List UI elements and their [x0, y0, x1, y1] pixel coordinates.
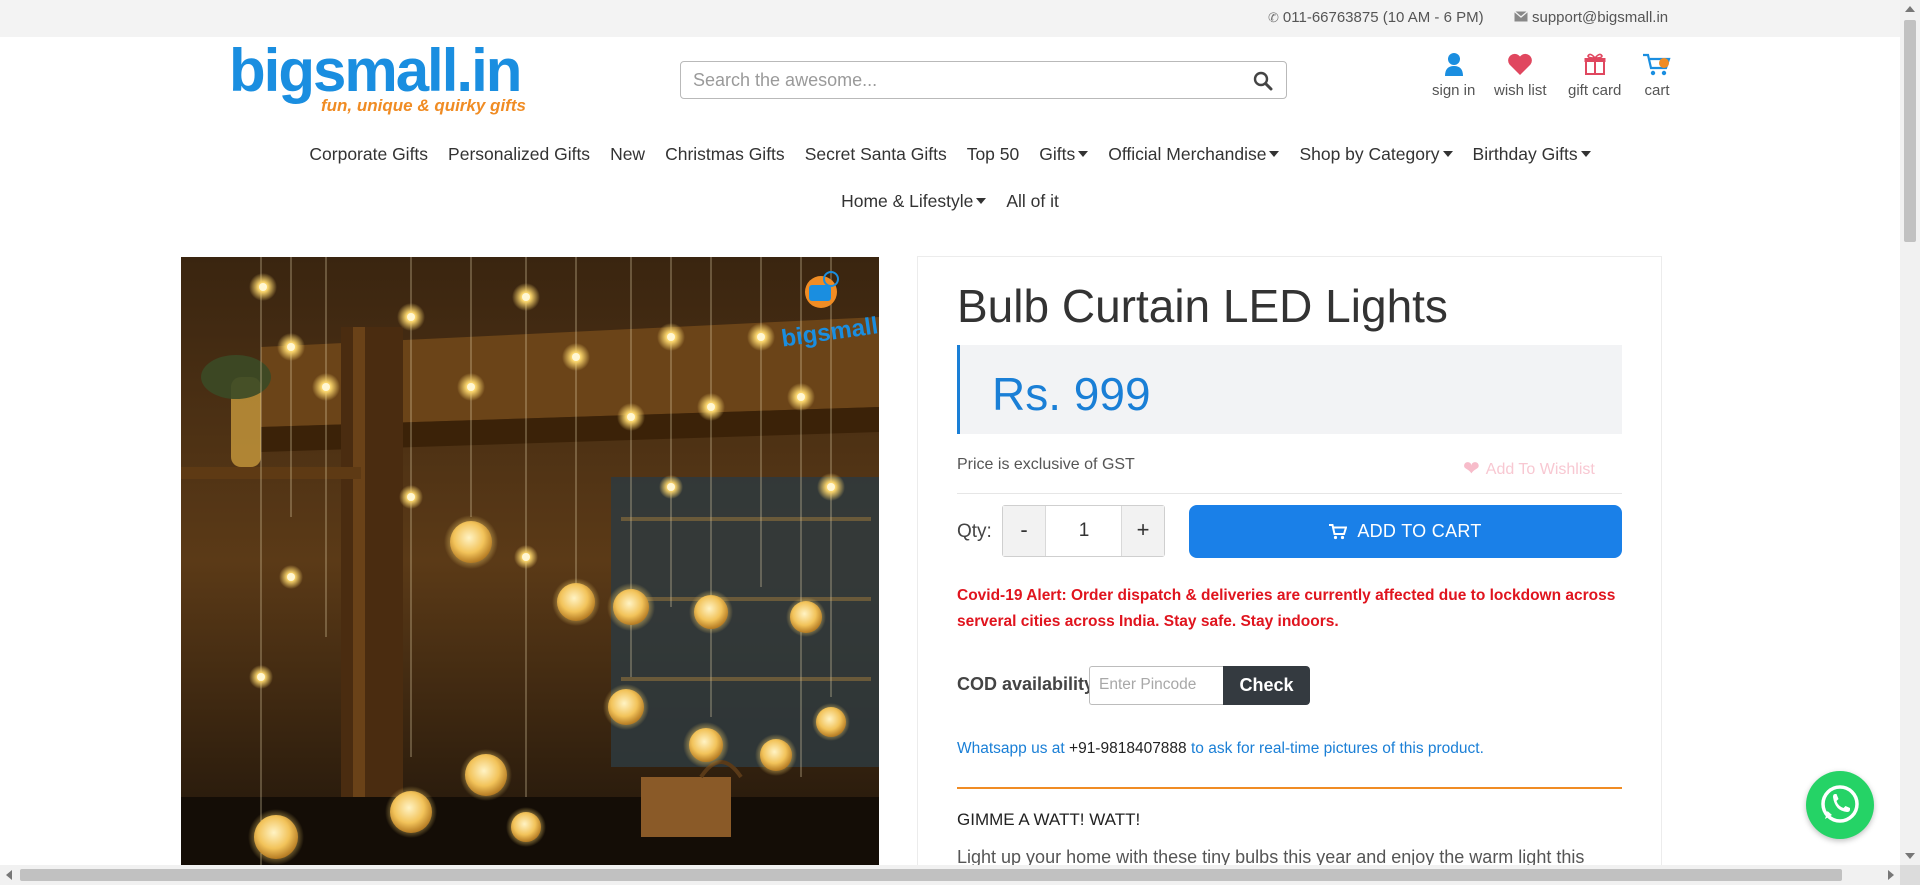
nav-label: All of it — [1006, 191, 1059, 211]
whatsapp-chat-button[interactable] — [1806, 771, 1874, 839]
envelope-icon — [1514, 10, 1528, 25]
nav-label: New — [610, 144, 646, 164]
cart-link[interactable]: cart — [1642, 52, 1672, 99]
horizontal-scrollbar[interactable] — [0, 865, 1900, 885]
nav-label: Home & Lifestyle — [841, 191, 974, 211]
caret-down-icon — [1442, 151, 1453, 157]
nav-personalized-gifts[interactable]: Personalized Gifts — [438, 144, 600, 165]
horizontal-scroll-thumb[interactable] — [20, 869, 1842, 881]
scroll-left-arrow-icon[interactable] — [6, 870, 12, 880]
whatsapp-number[interactable]: +91-9818407888 — [1069, 740, 1187, 757]
sign-in-label: sign in — [1432, 82, 1476, 99]
nav-label: Christmas Gifts — [665, 144, 785, 164]
qty-input[interactable]: 1 — [1047, 506, 1121, 556]
scroll-right-arrow-icon[interactable] — [1888, 870, 1894, 880]
caret-down-icon — [1269, 151, 1280, 157]
nav-label: Secret Santa Gifts — [804, 144, 947, 164]
logo-wordmark: bigsmall.in — [229, 37, 522, 104]
nav-label: Personalized Gifts — [448, 144, 591, 164]
nav-all-of-it[interactable]: All of it — [996, 191, 1069, 212]
phone-icon: ✆ — [1268, 10, 1279, 25]
product-price: Rs. 999 — [992, 368, 1151, 420]
qty-decrease-button[interactable]: - — [1003, 506, 1046, 556]
nav-christmas-gifts[interactable]: Christmas Gifts — [655, 144, 795, 165]
pincode-field — [1089, 666, 1223, 705]
nav-birthday-gifts[interactable]: Birthday Gifts — [1463, 144, 1601, 165]
add-to-wishlist-button[interactable]: ❤ Add To Wishlist — [1463, 456, 1595, 481]
qty-label: Qty: — [957, 521, 992, 542]
nav-label: Shop by Category — [1299, 144, 1440, 164]
wish-list-link[interactable]: wish list — [1494, 52, 1547, 99]
nav-home-lifestyle[interactable]: Home & Lifestyle — [831, 191, 996, 212]
site-logo[interactable]: bigsmall.in fun, unique & quirky gifts — [229, 40, 529, 120]
logo-tagline: fun, unique & quirky gifts — [321, 96, 526, 115]
top-utility-bar: ✆ 011-66763875 (10 AM - 6 PM) support@big… — [0, 0, 1900, 37]
nav-new[interactable]: New — [600, 144, 655, 165]
product-image[interactable]: bigsmall.in — [181, 257, 879, 865]
main-nav: Corporate Gifts Personalized Gifts New C… — [0, 131, 1900, 225]
nav-gifts[interactable]: Gifts — [1029, 144, 1098, 165]
sign-in-link[interactable]: sign in — [1432, 52, 1475, 99]
section-divider — [957, 787, 1622, 789]
cart-label: cart — [1644, 82, 1670, 99]
user-icon — [1432, 52, 1475, 82]
search-input[interactable] — [693, 70, 1233, 90]
nav-official-merchandise[interactable]: Official Merchandise — [1098, 144, 1289, 165]
nav-row-1: Corporate Gifts Personalized Gifts New C… — [0, 131, 1900, 178]
product-title: Bulb Curtain LED Lights — [957, 280, 1448, 332]
scrollbar-corner — [1900, 865, 1920, 885]
product-info-panel: Bulb Curtain LED Lights Rs. 999 Price is… — [917, 256, 1662, 885]
gift-card-link[interactable]: gift card — [1568, 52, 1621, 99]
scroll-down-arrow-icon[interactable] — [1905, 853, 1915, 859]
pincode-input[interactable] — [1099, 676, 1214, 694]
nav-label: Corporate Gifts — [309, 144, 429, 164]
nav-shop-by-category[interactable]: Shop by Category — [1289, 144, 1462, 165]
support-phone-text: 011-66763875 (10 AM - 6 PM) — [1282, 9, 1484, 26]
nav-secret-santa-gifts[interactable]: Secret Santa Gifts — [795, 144, 957, 165]
caret-down-icon — [1078, 151, 1089, 157]
whatsapp-icon — [1821, 785, 1859, 823]
nav-row-2: Home & Lifestyle All of it — [0, 178, 1900, 225]
support-email[interactable]: support@bigsmall.in — [1514, 9, 1668, 26]
quantity-stepper: - 1 + — [1002, 505, 1165, 557]
qty-increase-button[interactable]: + — [1121, 506, 1164, 556]
gift-card-label: gift card — [1568, 82, 1622, 99]
search-icon[interactable] — [1252, 70, 1274, 92]
divider — [957, 493, 1622, 494]
cart-icon — [1642, 52, 1672, 82]
nav-corporate-gifts[interactable]: Corporate Gifts — [299, 144, 438, 165]
add-to-cart-button[interactable]: ADD TO CART — [1189, 505, 1622, 558]
product-photo — [181, 257, 879, 865]
whatsapp-prefix: Whatsapp us at — [957, 740, 1065, 757]
cod-label: COD availability — [957, 674, 1095, 694]
caret-down-icon — [1580, 151, 1591, 157]
nav-label: Top 50 — [966, 144, 1020, 164]
nav-label: Birthday Gifts — [1472, 144, 1578, 164]
support-phone[interactable]: ✆ 011-66763875 (10 AM - 6 PM) — [1268, 9, 1484, 26]
nav-top-50[interactable]: Top 50 — [957, 144, 1030, 165]
vertical-scroll-thumb[interactable] — [1904, 20, 1916, 242]
whatsapp-note: Whatsapp us at +91-9818407888 to ask for… — [957, 740, 1484, 758]
caret-down-icon — [976, 198, 987, 204]
description-heading: GIMME A WATT! WATT! — [957, 810, 1141, 829]
wish-list-label: wish list — [1494, 82, 1547, 99]
add-to-cart-label: ADD TO CART — [1357, 521, 1482, 541]
whatsapp-suffix: to ask for real-time pictures of this pr… — [1191, 740, 1484, 757]
nav-label: Gifts — [1039, 144, 1076, 164]
heart-icon — [1494, 52, 1547, 82]
price-box: Rs. 999 — [957, 345, 1622, 434]
support-email-text: support@bigsmall.in — [1532, 9, 1669, 26]
nav-label: Official Merchandise — [1108, 144, 1267, 164]
vertical-scrollbar[interactable] — [1900, 0, 1920, 865]
add-to-wishlist-label: Add To Wishlist — [1485, 461, 1595, 478]
gst-note: Price is exclusive of GST — [957, 456, 1135, 473]
gift-icon — [1568, 52, 1621, 82]
check-pincode-button[interactable]: Check — [1223, 666, 1310, 705]
covid-alert: Covid-19 Alert: Order dispatch & deliver… — [957, 587, 1616, 630]
scroll-up-arrow-icon[interactable] — [1905, 6, 1915, 12]
heart-icon: ❤ — [1463, 458, 1480, 480]
search-box — [680, 61, 1287, 99]
cart-icon — [1329, 508, 1348, 561]
